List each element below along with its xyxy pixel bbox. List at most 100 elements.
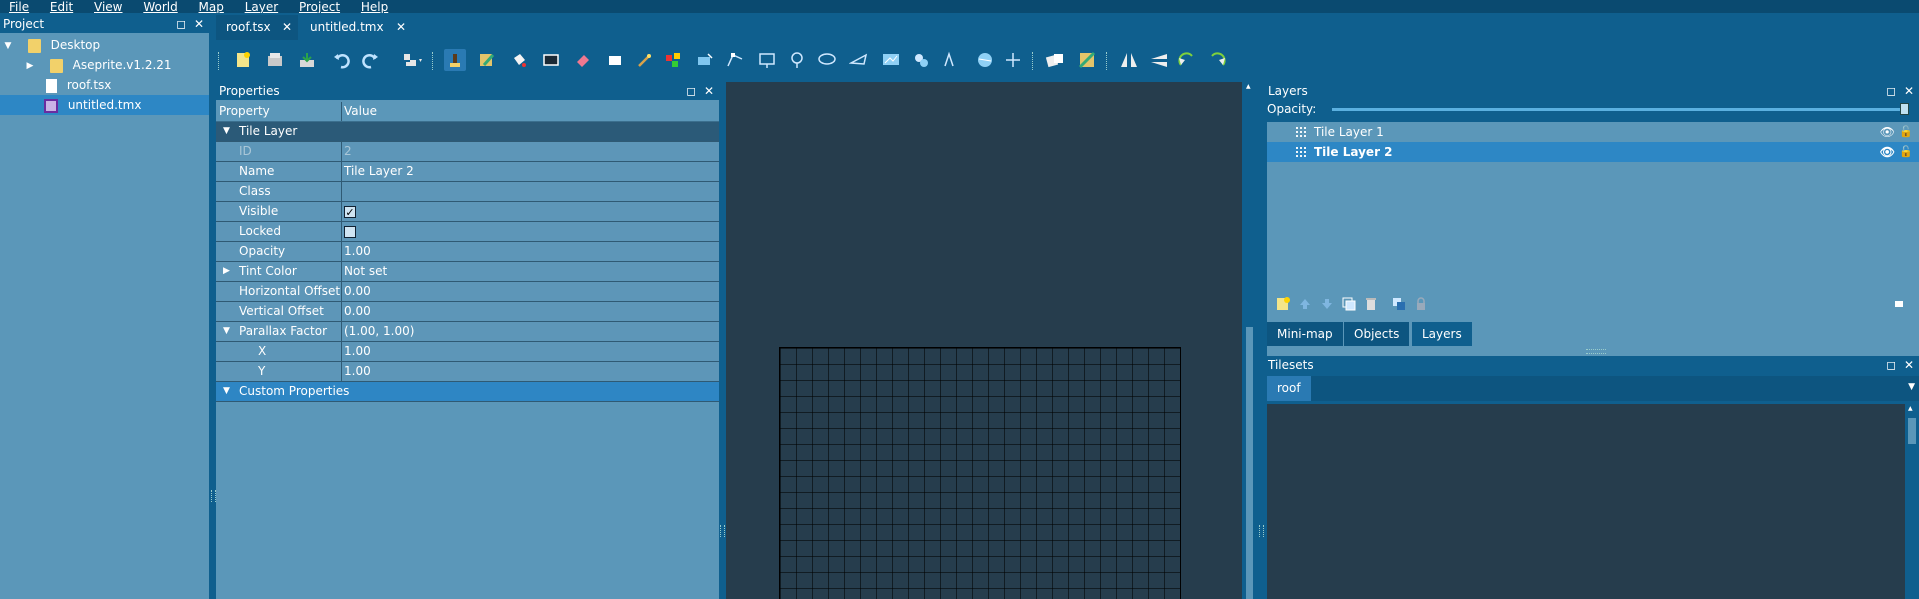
close-tab-icon[interactable]: ✕ (396, 15, 406, 40)
property-value-vertical-offset[interactable]: 0.00 (344, 302, 371, 321)
property-row-class[interactable]: Class (216, 182, 719, 202)
column-property[interactable]: Property (219, 102, 270, 121)
insert-tile-icon[interactable] (880, 49, 902, 71)
new-map-icon[interactable] (232, 49, 254, 71)
close-icon[interactable]: ✕ (1903, 85, 1915, 97)
property-row-vertical-offset[interactable]: Vertical Offset 0.00 (216, 302, 719, 322)
splitter-handle[interactable] (720, 525, 725, 537)
edit-polygons-icon[interactable] (724, 49, 746, 71)
save-icon[interactable] (296, 49, 318, 71)
property-row-parallax-x[interactable]: X 1.00 (216, 342, 719, 362)
tileset-menu-chevron-icon[interactable]: ▼ (1908, 382, 1915, 392)
raise-layer-icon[interactable] (1294, 293, 1316, 315)
close-icon[interactable]: ✕ (1903, 359, 1915, 371)
magic-wand-icon[interactable] (634, 49, 656, 71)
redo-icon[interactable] (360, 49, 382, 71)
collapse-icon[interactable]: ▼ (223, 382, 230, 401)
property-value-parallax-factor[interactable]: (1.00, 1.00) (344, 322, 414, 341)
scroll-up-icon[interactable]: ▲ (1246, 84, 1251, 90)
stamp-icon[interactable] (444, 49, 466, 71)
lock-icon[interactable]: 🔓 (1899, 142, 1913, 162)
menu-file[interactable]: File (9, 1, 29, 13)
lower-layer-icon[interactable] (1316, 293, 1338, 315)
close-icon[interactable]: ✕ (703, 85, 715, 97)
lock-icon[interactable]: 🔓 (1899, 122, 1913, 142)
tileset-tab-roof[interactable]: roof (1267, 376, 1311, 401)
property-value-parallax-x[interactable]: 1.00 (344, 342, 371, 361)
insert-template-icon[interactable] (910, 49, 932, 71)
rotate-left-icon[interactable] (1176, 49, 1198, 71)
shape-fill-icon[interactable] (540, 49, 562, 71)
eraser-icon[interactable] (572, 49, 594, 71)
layer-panel-menu-icon[interactable] (1888, 293, 1910, 315)
terrain-brush-icon[interactable] (476, 49, 498, 71)
float-icon[interactable]: ◻ (1885, 85, 1897, 97)
eye-icon[interactable]: 👁 (1880, 122, 1895, 142)
tileset-view[interactable] (1267, 404, 1905, 599)
column-divider[interactable] (341, 102, 342, 121)
visible-checkbox[interactable]: ✓ (344, 205, 356, 218)
opacity-slider-handle[interactable] (1900, 103, 1909, 115)
tab-objects[interactable]: Objects (1344, 322, 1410, 346)
menu-edit[interactable]: Edit (50, 1, 73, 13)
delete-layer-icon[interactable] (1360, 293, 1382, 315)
random-mode-icon[interactable] (1044, 49, 1066, 71)
tree-item-roof-tsx[interactable]: roof.tsx (0, 75, 209, 95)
property-row-opacity[interactable]: Opacity 1.00 (216, 242, 719, 262)
insert-rectangle-icon[interactable] (756, 49, 778, 71)
select-objects-icon[interactable] (694, 49, 716, 71)
undo-icon[interactable] (330, 49, 352, 71)
property-value-opacity[interactable]: 1.00 (344, 242, 371, 261)
toggle-other-layers-icon[interactable] (1388, 293, 1410, 315)
eye-icon[interactable]: 👁 (1880, 142, 1895, 162)
insert-ellipse-icon[interactable] (816, 49, 838, 71)
menu-help[interactable]: Help (361, 1, 388, 13)
property-row-tint-color[interactable]: ▶ Tint Color Not set (216, 262, 719, 282)
tab-untitled-tmx[interactable]: untitled.tmx ✕ (300, 15, 412, 40)
bucket-fill-icon[interactable] (508, 49, 530, 71)
layer-row-tile-layer-1[interactable]: Tile Layer 1 👁 🔓 (1267, 122, 1919, 142)
splitter-handle[interactable] (1586, 349, 1606, 354)
flip-vertical-icon[interactable] (1148, 49, 1170, 71)
collapse-icon[interactable]: ▼ (223, 322, 230, 341)
duplicate-layer-icon[interactable] (1338, 293, 1360, 315)
scrollbar-thumb[interactable] (1908, 418, 1916, 444)
property-row-horizontal-offset[interactable]: Horizontal Offset 0.00 (216, 282, 719, 302)
opacity-slider[interactable] (1332, 108, 1904, 111)
property-group-custom[interactable]: ▼ Custom Properties (216, 382, 719, 402)
float-icon[interactable]: ◻ (175, 18, 187, 30)
insert-text-icon[interactable] (938, 49, 960, 71)
expand-icon[interactable]: ▶ (24, 56, 36, 76)
expand-icon[interactable]: ▶ (223, 262, 230, 281)
property-row-parallax-factor[interactable]: ▼ Parallax Factor (1.00, 1.00) (216, 322, 719, 342)
tab-roof-tsx[interactable]: roof.tsx ✕ (216, 15, 298, 40)
column-value[interactable]: Value (344, 102, 377, 121)
move-icon[interactable] (1002, 49, 1024, 71)
property-row-visible[interactable]: Visible ✓ (216, 202, 719, 222)
menu-project[interactable]: Project (299, 1, 340, 13)
scroll-up-icon[interactable]: ▲ (1908, 406, 1913, 412)
property-group-tile-layer[interactable]: ▼ Tile Layer (216, 122, 719, 142)
scrollbar-thumb[interactable] (1246, 327, 1253, 599)
menu-world[interactable]: World (143, 1, 177, 13)
tab-mini-map[interactable]: Mini-map (1267, 322, 1343, 346)
tree-item-desktop[interactable]: ▼ Desktop (0, 35, 209, 55)
property-value-tint-color[interactable]: Not set (344, 262, 387, 281)
locked-checkbox[interactable] (344, 225, 356, 238)
tab-layers[interactable]: Layers (1412, 322, 1472, 346)
tree-item-untitled-tmx[interactable]: untitled.tmx (0, 95, 209, 115)
property-value-name[interactable]: Tile Layer 2 (344, 162, 414, 181)
property-row-locked[interactable]: Locked (216, 222, 719, 242)
float-icon[interactable]: ◻ (1885, 359, 1897, 371)
layer-row-tile-layer-2[interactable]: Tile Layer 2 👁 🔓 (1267, 142, 1919, 162)
close-tab-icon[interactable]: ✕ (282, 15, 292, 40)
insert-polygon-icon[interactable] (848, 49, 870, 71)
property-value-parallax-y[interactable]: 1.00 (344, 362, 371, 381)
property-row-parallax-y[interactable]: Y 1.00 (216, 362, 719, 382)
stamp-brush-icon[interactable] (402, 49, 424, 71)
collapse-icon[interactable]: ▼ (2, 36, 14, 56)
close-icon[interactable]: ✕ (193, 18, 205, 30)
tileset-vertical-scrollbar[interactable]: ▲ (1905, 404, 1919, 599)
menu-map[interactable]: Map (199, 1, 224, 13)
new-layer-icon[interactable] (1272, 293, 1294, 315)
